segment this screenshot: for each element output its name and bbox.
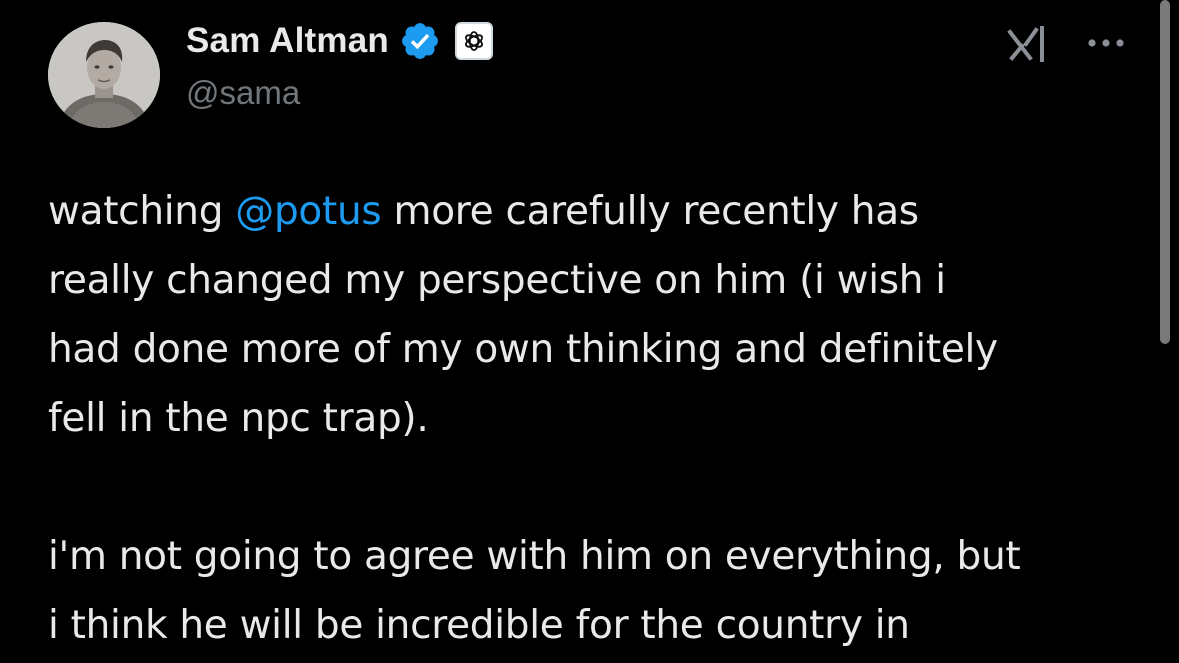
tweet-line-5: i'm not going to agree with him on every… xyxy=(48,534,1021,579)
avatar[interactable] xyxy=(48,22,160,128)
author-name-row: Sam Altman xyxy=(186,16,493,66)
tweet-line-6: i think he will be incredible for the co… xyxy=(48,603,910,648)
openai-logo-icon[interactable] xyxy=(454,22,493,60)
more-options-icon[interactable] xyxy=(1082,28,1130,58)
scrollbar-thumb[interactable] xyxy=(1160,0,1170,344)
mention-link-potus[interactable]: @potus xyxy=(235,189,381,234)
tweet-line-3: had done more of my own thinking and def… xyxy=(48,327,998,372)
tweet-text: watching @potus more carefully recently … xyxy=(48,177,1138,660)
tweet-line-1: watching @potus more carefully recently … xyxy=(48,177,1138,246)
author-handle[interactable]: @sama xyxy=(186,74,300,112)
tweet-card: Sam Altman @sama watching @potus more ca… xyxy=(0,0,1179,663)
grok-icon[interactable] xyxy=(1006,24,1052,64)
tweet-text-segment: watching xyxy=(48,189,236,234)
tweet-line-2: really changed my perspective on him (i … xyxy=(48,258,946,303)
paragraph-break xyxy=(48,453,1138,522)
avatar-photo xyxy=(48,22,160,128)
tweet-line-4: fell in the npc trap). xyxy=(48,396,429,441)
verified-badge-icon[interactable] xyxy=(399,20,441,62)
author-display-name[interactable]: Sam Altman xyxy=(186,21,389,61)
tweet-text-segment: more carefully recently has xyxy=(381,189,920,234)
openai-knot-icon xyxy=(465,31,483,51)
